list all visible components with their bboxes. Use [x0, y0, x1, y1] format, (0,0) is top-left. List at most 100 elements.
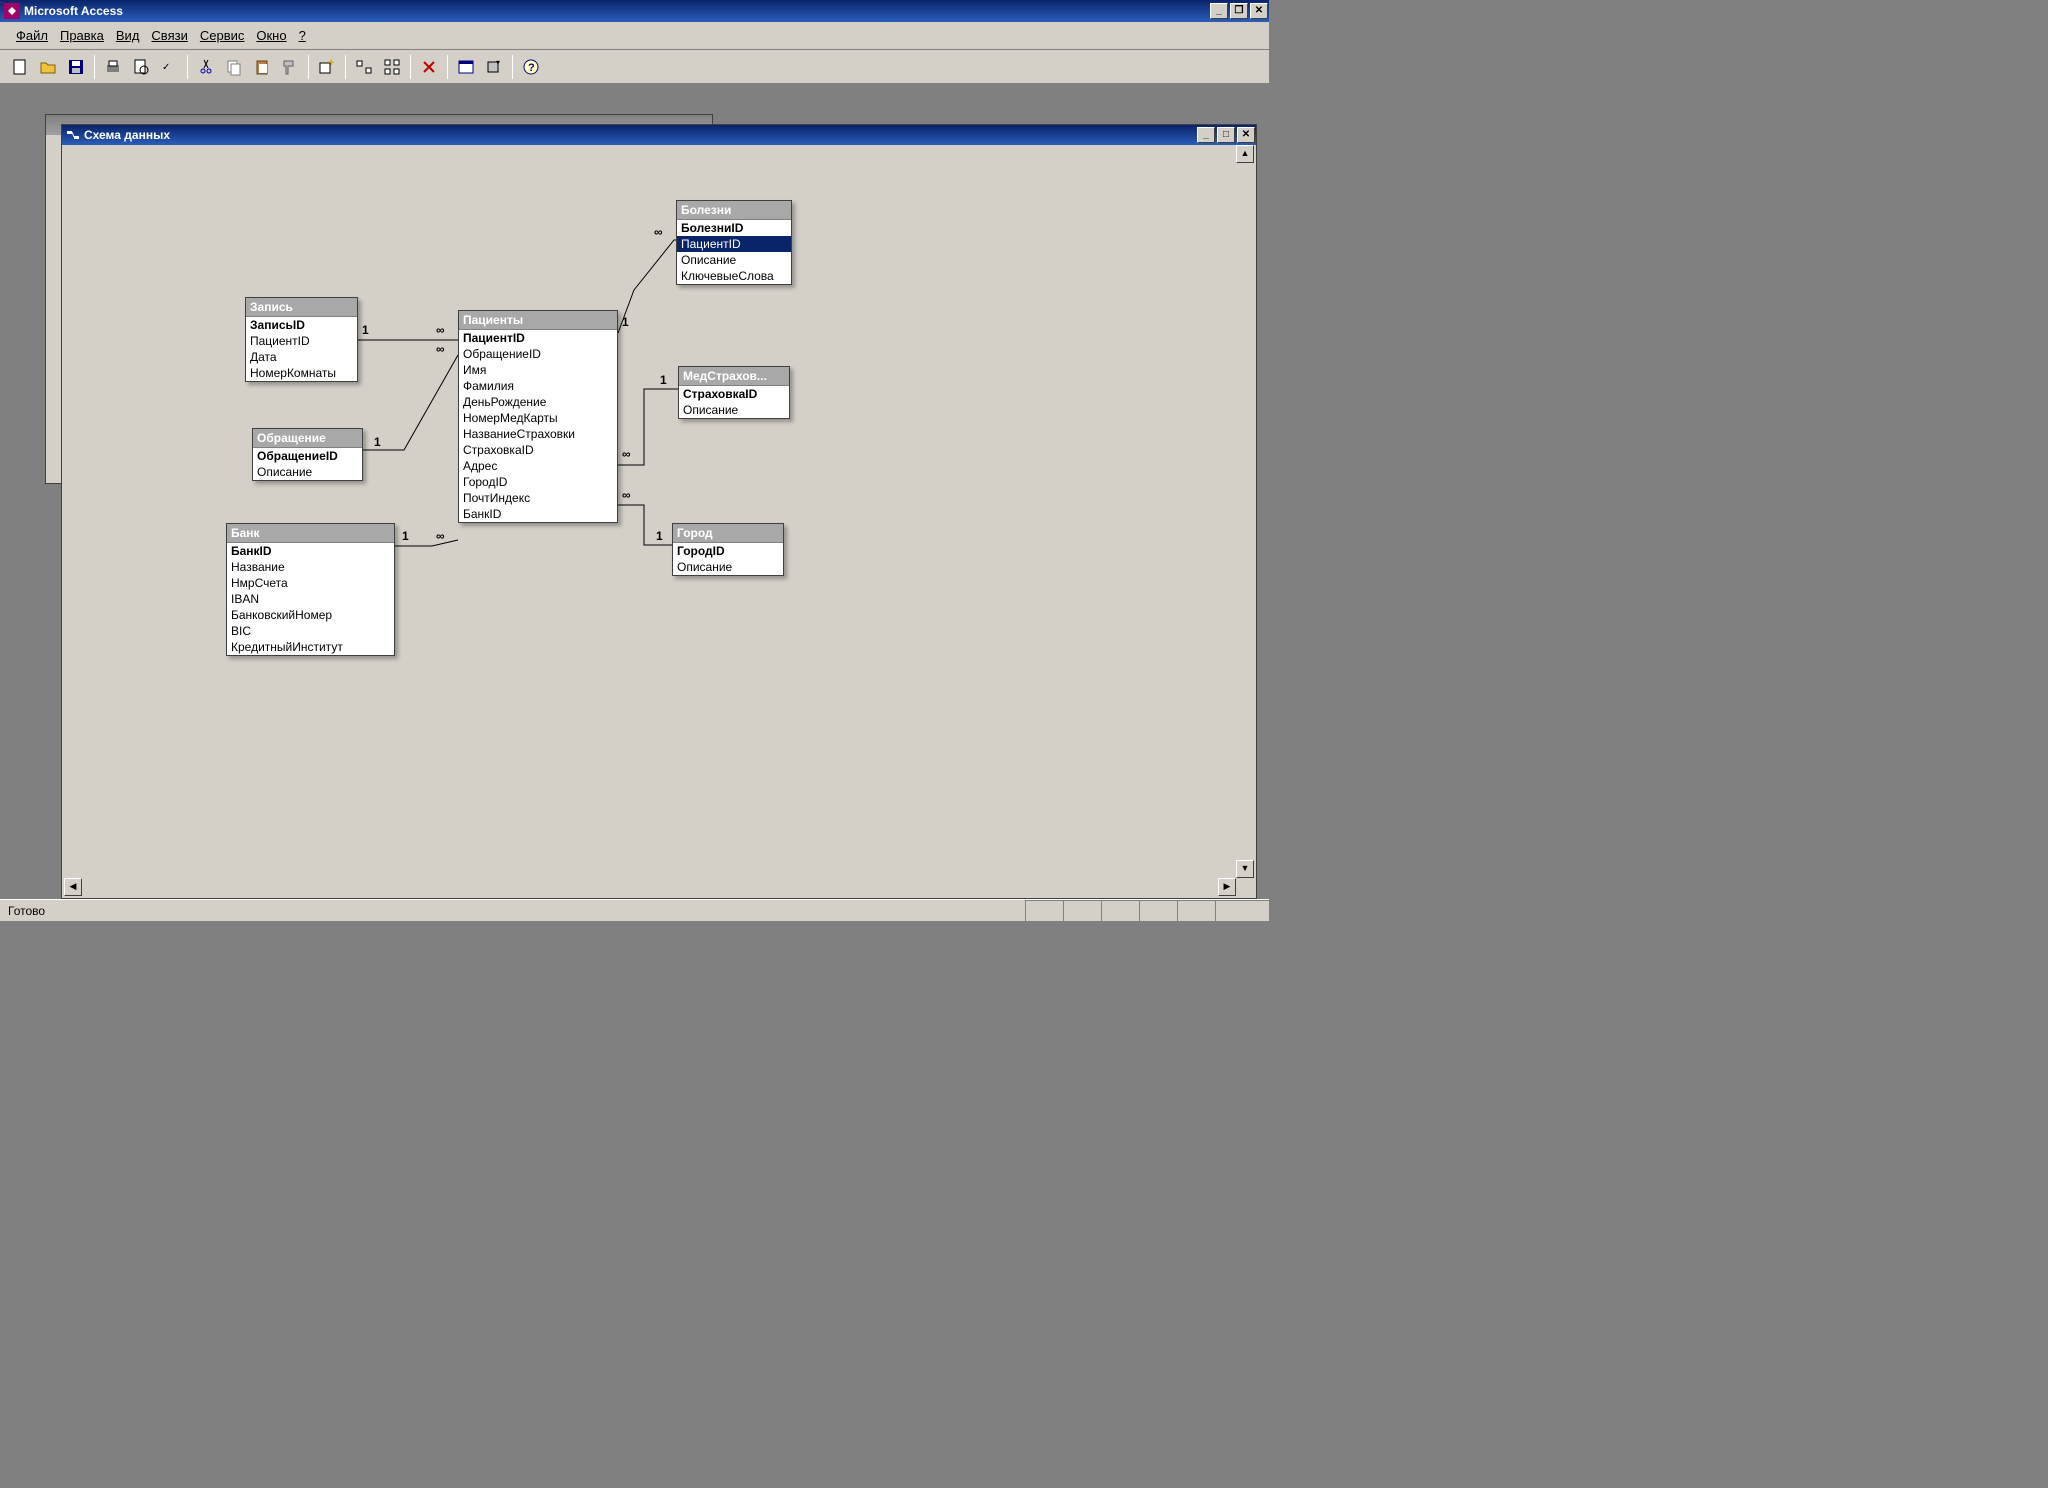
- card-one: 1: [656, 529, 663, 543]
- show-direct-icon[interactable]: [351, 54, 377, 80]
- menu-view[interactable]: Вид: [110, 26, 146, 45]
- table-field[interactable]: НомерМедКарты: [459, 410, 617, 426]
- menu-file[interactable]: Файл: [10, 26, 54, 45]
- child-close-button[interactable]: ✕: [1237, 127, 1255, 143]
- cut-icon[interactable]: [193, 54, 219, 80]
- table-header[interactable]: Обращение: [253, 429, 362, 448]
- table-field[interactable]: БанковскийНомер: [227, 607, 394, 623]
- table-header[interactable]: Болезни: [677, 201, 791, 220]
- table-zapis[interactable]: Запись ЗаписьID ПациентID Дата НомерКомн…: [245, 297, 358, 382]
- table-field[interactable]: Описание: [253, 464, 362, 480]
- status-well: [1101, 900, 1139, 921]
- db-window-icon[interactable]: [453, 54, 479, 80]
- paste-icon[interactable]: [249, 54, 275, 80]
- print-icon[interactable]: [100, 54, 126, 80]
- table-field[interactable]: КлючевыеСлова: [677, 268, 791, 284]
- table-field[interactable]: БанкID: [227, 543, 394, 559]
- table-field[interactable]: Описание: [673, 559, 783, 575]
- table-field[interactable]: НмрСчета: [227, 575, 394, 591]
- preview-icon[interactable]: [128, 54, 154, 80]
- table-patsienty[interactable]: Пациенты ПациентID ОбращениеID Имя Фамил…: [458, 310, 618, 523]
- table-field[interactable]: КредитныйИнститут: [227, 639, 394, 655]
- delete-icon[interactable]: [416, 54, 442, 80]
- child-maximize-button[interactable]: □: [1217, 127, 1235, 143]
- restore-button[interactable]: ❐: [1230, 3, 1248, 19]
- card-many: ∞: [622, 447, 631, 461]
- svg-text:?: ?: [528, 62, 535, 74]
- table-field[interactable]: ОбращениеID: [459, 346, 617, 362]
- format-painter-icon[interactable]: [277, 54, 303, 80]
- table-obrashchenie[interactable]: Обращение ОбращениеID Описание: [252, 428, 363, 481]
- schema-window[interactable]: Схема данных _ □ ✕ 1 ∞: [61, 124, 1257, 899]
- title-bar: Microsoft Access _ ❐ ✕: [0, 0, 1269, 22]
- menu-help[interactable]: ?: [293, 26, 312, 45]
- spellcheck-icon[interactable]: ✓: [156, 54, 182, 80]
- table-field-selected[interactable]: ПациентID: [677, 236, 791, 252]
- scroll-down-icon[interactable]: ▼: [1236, 860, 1254, 878]
- table-field[interactable]: СтраховкаID: [459, 442, 617, 458]
- table-medstrakhov[interactable]: МедСтрахов... СтраховкаID Описание: [678, 366, 790, 419]
- copy-icon[interactable]: [221, 54, 247, 80]
- schema-window-titlebar[interactable]: Схема данных _ □ ✕: [62, 125, 1256, 145]
- status-well: [1063, 900, 1101, 921]
- menu-relations[interactable]: Связи: [145, 26, 193, 45]
- table-field[interactable]: БанкID: [459, 506, 617, 522]
- table-field[interactable]: Описание: [679, 402, 789, 418]
- new-object-icon[interactable]: ▾: [481, 54, 507, 80]
- table-header[interactable]: Запись: [246, 298, 357, 317]
- table-field[interactable]: Адрес: [459, 458, 617, 474]
- minimize-button[interactable]: _: [1210, 3, 1228, 19]
- new-icon[interactable]: [7, 54, 33, 80]
- mdi-area: Схема данных _ □ ✕ 1 ∞: [0, 84, 1269, 899]
- table-field[interactable]: IBAN: [227, 591, 394, 607]
- child-minimize-button[interactable]: _: [1197, 127, 1215, 143]
- table-header[interactable]: Банк: [227, 524, 394, 543]
- show-all-icon[interactable]: [379, 54, 405, 80]
- table-field[interactable]: ОбращениеID: [253, 448, 362, 464]
- table-header[interactable]: МедСтрахов...: [679, 367, 789, 386]
- table-field[interactable]: НазваниеСтраховки: [459, 426, 617, 442]
- status-bar: Готово: [0, 899, 1269, 921]
- horizontal-scrollbar[interactable]: ◀ ▶: [64, 878, 1236, 896]
- status-well: [1139, 900, 1177, 921]
- card-many: ∞: [436, 323, 445, 337]
- table-header[interactable]: Пациенты: [459, 311, 617, 330]
- table-field[interactable]: СтраховкаID: [679, 386, 789, 402]
- table-bolezni[interactable]: Болезни БолезниID ПациентID Описание Клю…: [676, 200, 792, 285]
- relationship-lines: [64, 145, 1240, 880]
- close-button[interactable]: ✕: [1250, 3, 1268, 19]
- table-field[interactable]: ГородID: [459, 474, 617, 490]
- table-field[interactable]: НомерКомнаты: [246, 365, 357, 381]
- table-bank[interactable]: Банк БанкID Название НмрСчета IBAN Банко…: [226, 523, 395, 656]
- table-field[interactable]: Название: [227, 559, 394, 575]
- table-field[interactable]: Дата: [246, 349, 357, 365]
- table-field[interactable]: Фамилия: [459, 378, 617, 394]
- card-one: 1: [374, 435, 381, 449]
- scroll-up-icon[interactable]: ▲: [1236, 145, 1254, 163]
- menu-service[interactable]: Сервис: [194, 26, 251, 45]
- table-field[interactable]: БолезниID: [677, 220, 791, 236]
- menu-edit[interactable]: Правка: [54, 26, 110, 45]
- menu-window[interactable]: Окно: [250, 26, 292, 45]
- table-header[interactable]: Город: [673, 524, 783, 543]
- schema-window-title: Схема данных: [84, 128, 170, 142]
- help-icon[interactable]: ?: [518, 54, 544, 80]
- vertical-scrollbar[interactable]: ▲ ▼: [1236, 145, 1254, 878]
- add-table-icon[interactable]: +: [314, 54, 340, 80]
- scroll-left-icon[interactable]: ◀: [64, 878, 82, 896]
- table-field[interactable]: ДеньРождение: [459, 394, 617, 410]
- scroll-right-icon[interactable]: ▶: [1218, 878, 1236, 896]
- relationships-icon: [66, 128, 80, 142]
- table-field[interactable]: ГородID: [673, 543, 783, 559]
- schema-canvas[interactable]: 1 ∞ 1 ∞ 1 ∞ 1 ∞ ∞ 1 ∞ 1 Запись ЗаписьID …: [64, 145, 1254, 896]
- table-field[interactable]: ПациентID: [246, 333, 357, 349]
- table-gorod[interactable]: Город ГородID Описание: [672, 523, 784, 576]
- table-field[interactable]: ПочтИндекс: [459, 490, 617, 506]
- table-field[interactable]: Описание: [677, 252, 791, 268]
- table-field[interactable]: ЗаписьID: [246, 317, 357, 333]
- table-field[interactable]: BIC: [227, 623, 394, 639]
- table-field[interactable]: Имя: [459, 362, 617, 378]
- save-icon[interactable]: [63, 54, 89, 80]
- table-field[interactable]: ПациентID: [459, 330, 617, 346]
- open-icon[interactable]: [35, 54, 61, 80]
